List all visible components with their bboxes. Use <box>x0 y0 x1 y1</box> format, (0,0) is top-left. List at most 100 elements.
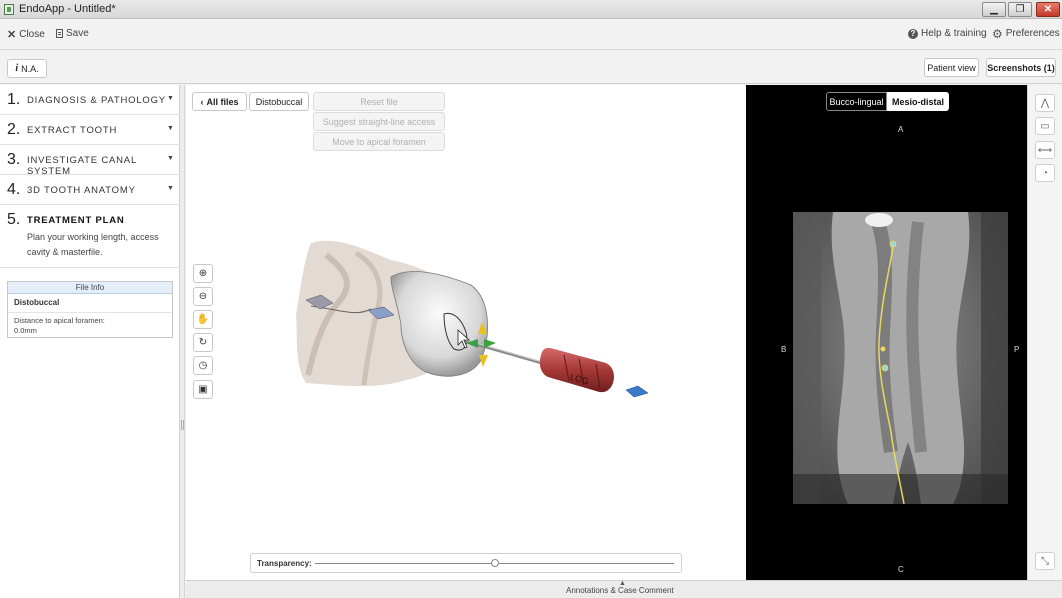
protractor-tool-button[interactable]: ◔ <box>1035 164 1055 182</box>
transparency-slider-knob[interactable] <box>490 559 499 567</box>
ct-view[interactable]: Bucco-lingual Mesio-distal A B P C <box>746 85 1027 580</box>
hand-icon: ✋ <box>196 314 210 325</box>
orientation-bottom: C <box>898 565 904 574</box>
caret-down-icon: ▼ <box>167 185 174 192</box>
comment-tool-button[interactable]: ▭ <box>1035 117 1055 135</box>
chevron-left-icon: ‹ <box>200 96 204 107</box>
step-number: 3. <box>7 151 21 168</box>
zoom-out-icon: ⊖ <box>198 291 208 302</box>
close-button[interactable]: ✕ Close <box>7 28 45 41</box>
expand-button[interactable]: ⤡ <box>1035 552 1055 570</box>
protractor-icon: ◔ <box>1041 167 1049 179</box>
suggest-access-button[interactable]: Suggest straight-line access <box>313 112 445 131</box>
move-to-apical-button[interactable]: Move to apical foramen <box>313 132 445 151</box>
history-icon: ◷ <box>198 360 208 371</box>
reset-file-button[interactable]: Reset file <box>313 92 445 111</box>
all-files-label: All files <box>206 96 239 107</box>
file-name: Distobuccal <box>14 298 60 307</box>
close-icon: ✕ <box>7 29 17 41</box>
camera-icon: ▣ <box>198 384 208 395</box>
help-label: Help & training <box>921 28 987 39</box>
step-label: DIAGNOSIS & PATHOLOGY <box>27 95 166 106</box>
endo-file[interactable]: LOG <box>461 338 649 398</box>
3d-scene[interactable]: LOG <box>186 85 746 580</box>
measure-tool-button[interactable]: ⟷ <box>1035 141 1055 159</box>
step-number: 2. <box>7 121 21 138</box>
all-files-button[interactable]: ‹ All files <box>192 92 247 111</box>
canal-point[interactable] <box>880 346 886 352</box>
comment-icon: ▭ <box>1040 120 1050 132</box>
measure-icon: ⟷ <box>1037 144 1053 156</box>
gear-icon: ⚙ <box>992 26 1003 41</box>
grip-icon <box>181 420 184 430</box>
menu-bar: ✕ Close Save ? Help & training ⚙ Prefere… <box>0 19 1062 50</box>
title-bar: EndoApp - Untitled* ▁ ❐ ✕ <box>0 0 1062 19</box>
step-extract-tooth[interactable]: 2. EXTRACT TOOTH ▼ <box>0 115 180 145</box>
tab-mesio-distal[interactable]: Mesio-distal <box>887 92 949 111</box>
step-3d-anatomy[interactable]: 4. 3D TOOTH ANATOMY ▼ <box>0 175 180 205</box>
history-button[interactable]: ◷ <box>193 356 213 375</box>
step-number: 1. <box>7 91 21 108</box>
rotate-icon: ↻ <box>198 337 208 348</box>
workflow-sidebar: 1. DIAGNOSIS & PATHOLOGY ▼ 2. EXTRACT TO… <box>0 85 180 598</box>
step-treatment-plan[interactable]: 5. TREATMENT PLAN Plan your working leng… <box>0 205 180 268</box>
3d-view[interactable]: LOG ‹ All files Distobuccal Reset file S… <box>186 85 746 580</box>
save-button[interactable]: Save <box>56 28 89 39</box>
rotate-button[interactable]: ↻ <box>193 333 213 352</box>
step-label: EXTRACT TOOTH <box>27 125 118 136</box>
toolbar: i N.A. Patient view Screenshots (1) <box>0 51 1062 84</box>
transparency-control: Transparency: <box>250 553 682 573</box>
zoom-out-button[interactable]: ⊖ <box>193 287 213 306</box>
zoom-in-button[interactable]: ⊕ <box>193 264 213 283</box>
expand-icon: ⤡ <box>1041 555 1049 567</box>
zoom-in-icon: ⊕ <box>198 268 208 279</box>
minimize-button[interactable]: ▁ <box>982 2 1006 17</box>
ct-slice-image[interactable] <box>793 212 1008 504</box>
distance-label: Distance to apical foramen: <box>14 316 105 325</box>
preferences-label: Preferences <box>1005 28 1060 39</box>
step-label: TREATMENT PLAN <box>27 215 125 226</box>
tab-bucco-lingual[interactable]: Bucco-lingual <box>826 92 887 111</box>
distance-value: 0.0mm <box>14 326 37 335</box>
annotations-bar[interactable]: ▲ Annotations & Case Comment <box>186 580 1062 598</box>
transparency-label: Transparency: <box>257 559 312 568</box>
step-description: Plan your working length, access cavity … <box>27 232 159 257</box>
orientation-top: A <box>898 125 904 134</box>
sidebar-splitter[interactable] <box>180 85 185 598</box>
canal-name-button[interactable]: Distobuccal <box>249 92 309 111</box>
angle-tool-button[interactable]: ⋀ <box>1035 94 1055 112</box>
info-icon: i <box>15 63 19 74</box>
close-window-button[interactable]: ✕ <box>1036 2 1060 17</box>
orientation-left: B <box>781 345 787 354</box>
help-training-button[interactable]: ? Help & training <box>908 28 987 39</box>
caret-down-icon: ▼ <box>167 125 174 132</box>
na-button[interactable]: i N.A. <box>7 59 47 78</box>
save-icon <box>56 29 63 38</box>
help-icon: ? <box>908 28 918 39</box>
step-label: INVESTIGATE CANAL SYSTEM <box>27 155 137 177</box>
file-info-panel: File Info Distobuccal Distance to apical… <box>7 281 173 338</box>
canal-point[interactable] <box>881 364 889 372</box>
step-investigate-canal[interactable]: 3. INVESTIGATE CANAL SYSTEM ▼ <box>0 145 180 177</box>
pan-button[interactable]: ✋ <box>193 310 213 329</box>
file-info-header: File Info <box>8 282 172 294</box>
annotations-label: Annotations & Case Comment <box>566 586 674 595</box>
screenshots-button[interactable]: Screenshots (1) <box>986 58 1056 77</box>
caret-down-icon: ▼ <box>167 95 174 102</box>
orientation-right: P <box>1014 345 1020 354</box>
na-label: N.A. <box>21 63 39 74</box>
camera-button[interactable]: ▣ <box>193 380 213 399</box>
patient-view-button[interactable]: Patient view <box>924 58 979 77</box>
close-label: Close <box>19 29 45 40</box>
preferences-button[interactable]: ⚙ Preferences <box>992 26 1060 41</box>
step-label: 3D TOOTH ANATOMY <box>27 185 136 196</box>
step-number: 5. <box>7 211 21 228</box>
canal-point[interactable] <box>889 240 897 248</box>
window-title: EndoApp - Untitled* <box>19 3 116 15</box>
angle-icon: ⋀ <box>1040 97 1050 109</box>
divider <box>8 312 172 313</box>
step-number: 4. <box>7 181 21 198</box>
app-icon <box>4 4 14 15</box>
maximize-button[interactable]: ❐ <box>1008 2 1032 17</box>
step-diagnosis[interactable]: 1. DIAGNOSIS & PATHOLOGY ▼ <box>0 85 180 115</box>
